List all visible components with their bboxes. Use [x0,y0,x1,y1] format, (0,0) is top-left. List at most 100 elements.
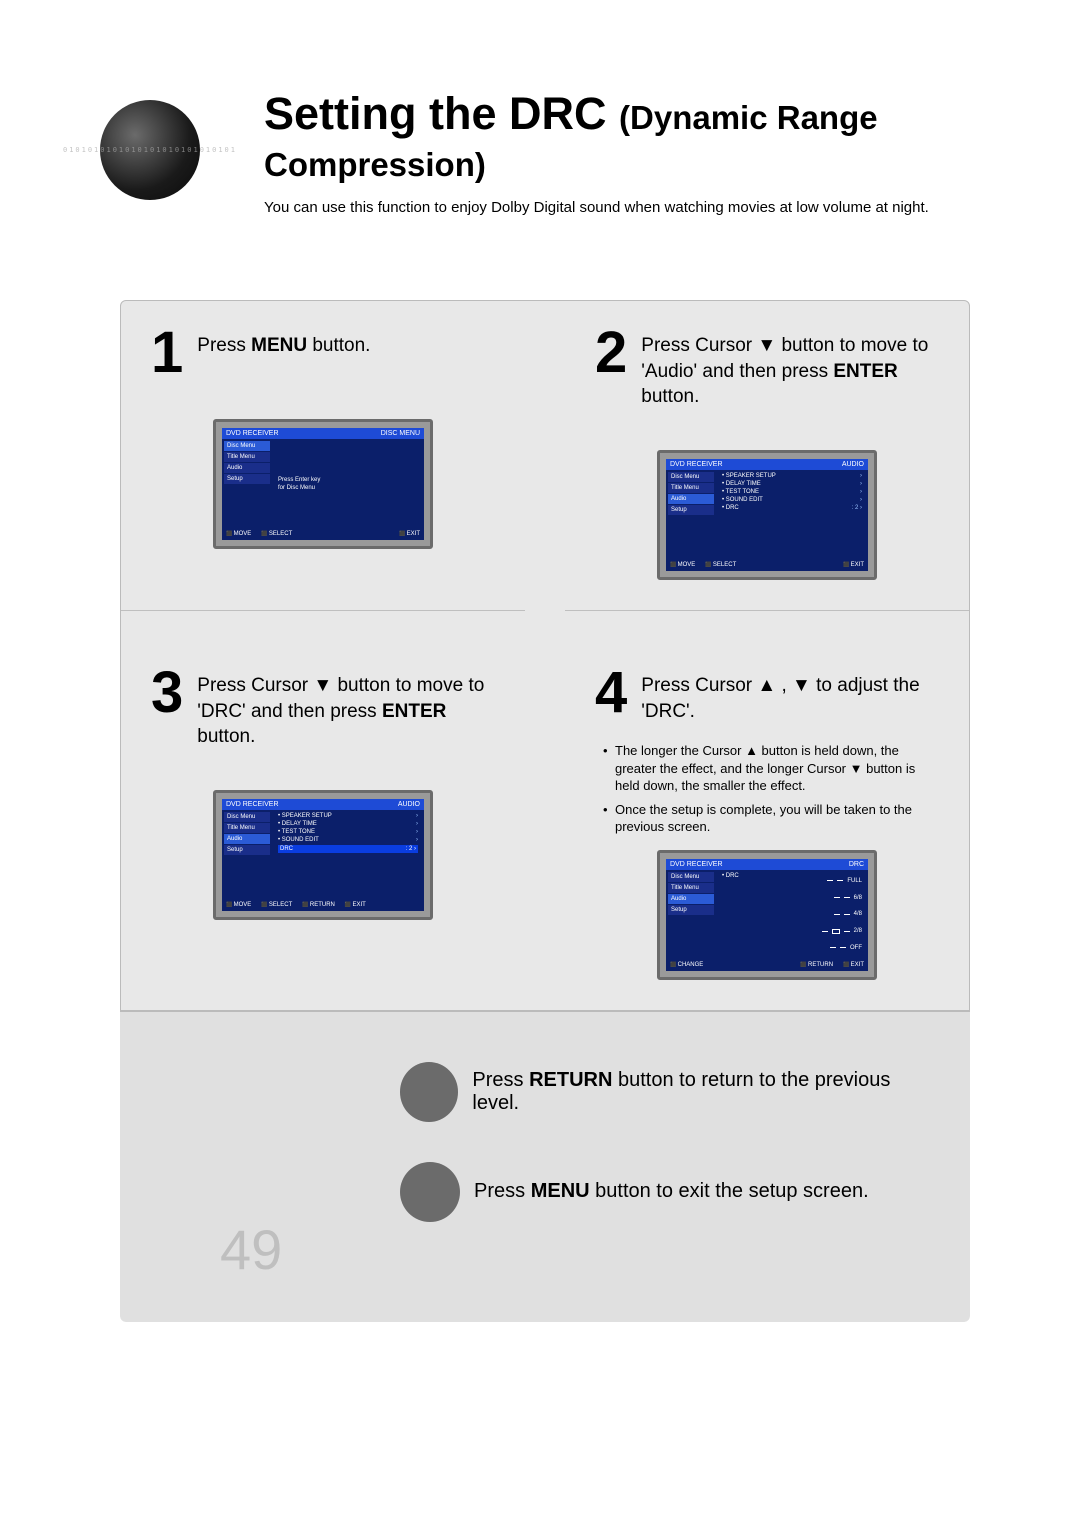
osd-crumb: DVD RECEIVER [226,801,279,808]
step-number: 4 [595,667,627,719]
step-bold: ENTER [833,361,897,382]
osd-item-selected: DRC [280,846,293,852]
step-bold: ENTER [382,701,446,722]
osd-foot-select: SELECT [705,562,736,568]
osd-foot-move: MOVE [226,902,251,908]
osd-crumb: DVD RECEIVER [226,430,279,437]
title-column: Setting the DRC (Dynamic Range Compressi… [240,60,970,218]
osd-side-item: Setup [668,905,714,915]
step-post: button. [307,335,370,356]
intro-text: You can use this function to enjoy Dolby… [264,197,970,218]
osd-foot-move: MOVE [670,562,695,568]
step-3: 3 Press Cursor ▼ button to move to 'DRC'… [121,641,525,1010]
osd-side-item: Audio [668,494,714,504]
osd-main-line: for Disc Menu [278,485,418,491]
speaker-graphic: 0101010101010101010101010101 [60,60,240,240]
osd-foot-exit: EXIT [843,562,864,568]
meter-label: FULL [847,878,862,884]
bullet-1: The longer the Cursor ▲ button is held d… [603,742,939,795]
meter-label: OFF [850,945,862,951]
footer-menu-row: Press MENU button to exit the setup scre… [400,1162,930,1222]
osd-foot-change: CHANGE [670,962,703,968]
menu-post: button to exit the setup screen. [590,1180,869,1202]
title-main: Setting the DRC [264,88,607,139]
step-text: Press Cursor ▼ button to move to 'DRC' a… [197,667,495,750]
osd-foot-exit: EXIT [843,962,864,968]
osd-item: • TEST TONE [722,489,759,495]
osd-title: AUDIO [398,801,420,808]
return-bold: RETURN [529,1069,612,1091]
osd-side-item: Title Menu [224,452,270,462]
return-text: Press RETURN button to return to the pre… [472,1069,930,1115]
osd-screenshot-2: DVD RECEIVERAUDIO Disc Menu Title Menu A… [657,450,877,580]
step-text: Press Cursor ▼ button to move to 'Audio'… [641,327,939,410]
osd-side-item: Title Menu [224,823,270,833]
osd-side-item: Setup [668,505,714,515]
osd-side-item: Title Menu [668,883,714,893]
osd-side-item: Audio [224,463,270,473]
osd-foot-return: RETURN [302,902,335,908]
osd-screenshot-1: DVD RECEIVER DISC MENU Disc Menu Title Me… [213,419,433,549]
osd-arrow: › [416,829,418,835]
step-post: button. [641,386,699,407]
osd-title: DRC [849,861,864,868]
footer-area: Press RETURN button to return to the pre… [120,1011,970,1322]
menu-pre: Press [474,1180,531,1202]
osd-side-item: Audio [668,894,714,904]
osd-screenshot-4: DVD RECEIVER DRC Disc Menu Title Menu Aud… [657,850,877,980]
osd-arrow: : 2 › [852,505,862,511]
osd-foot-exit: EXIT [399,531,420,537]
osd-foot-move: MOVE [226,531,251,537]
step-text: Press MENU button. [197,327,370,359]
osd-side-item: Disc Menu [668,872,714,882]
return-icon [400,1062,458,1122]
osd-foot-exit: EXIT [345,902,366,908]
osd-side-item: Setup [224,845,270,855]
meter-label: 4/8 [854,911,862,917]
osd-item: • DELAY TIME [278,821,317,827]
manual-page: 0101010101010101010101010101 Setting the… [0,0,1080,1528]
osd-side-item: Disc Menu [668,472,714,482]
page-number: 49 [220,1217,282,1282]
osd-item: • SOUND EDIT [722,497,763,503]
step-1: 1 Press MENU button. DVD RECEIVER DISC ME… [121,301,525,611]
step-bullets: The longer the Cursor ▲ button is held d… [595,742,939,836]
osd-side-item: Audio [224,834,270,844]
osd-side-item: Disc Menu [224,441,270,451]
return-pre: Press [472,1069,529,1091]
osd-foot-select: SELECT [261,531,292,537]
step-text: Press Cursor ▲ , ▼ to adjust the 'DRC'. [641,667,939,724]
osd-side-item: Setup [224,474,270,484]
osd-arrow: › [860,473,862,479]
osd-item: • TEST TONE [278,829,315,835]
osd-screenshot-3: DVD RECEIVERAUDIO Disc Menu Title Menu A… [213,790,433,920]
osd-crumb: DVD RECEIVER [670,461,723,468]
step-number: 3 [151,667,183,719]
page-title: Setting the DRC (Dynamic Range Compressi… [264,90,970,185]
bullet-2: Once the setup is complete, you will be … [603,801,939,836]
steps-grid: 1 Press MENU button. DVD RECEIVER DISC ME… [120,300,970,1011]
step-pre: Press [197,335,251,356]
osd-foot-return: RETURN [800,962,833,968]
osd-item: • DRC [722,505,739,511]
osd-side-item: Title Menu [668,483,714,493]
osd-arrow: › [860,497,862,503]
osd-crumb: DVD RECEIVER [670,861,723,868]
osd-arrow: › [416,821,418,827]
osd-arrow: › [416,837,418,843]
step-post: button. [197,726,255,747]
step-number: 1 [151,327,183,379]
osd-item: • SOUND EDIT [278,837,319,843]
step-number: 2 [595,327,627,379]
osd-foot-select: SELECT [261,902,292,908]
osd-arrow: › [416,813,418,819]
osd-item: • DELAY TIME [722,481,761,487]
step-2: 2 Press Cursor ▼ button to move to 'Audi… [565,301,969,611]
step-4: 4 Press Cursor ▲ , ▼ to adjust the 'DRC'… [565,641,969,1010]
menu-text: Press MENU button to exit the setup scre… [474,1180,869,1203]
drc-meter: FULL 6/8 4/8 2/8 OFF [778,878,862,951]
menu-icon [400,1162,460,1222]
step-bold: MENU [251,335,307,356]
osd-arrow: : 2 › [406,846,416,852]
osd-title: DISC MENU [381,430,420,437]
